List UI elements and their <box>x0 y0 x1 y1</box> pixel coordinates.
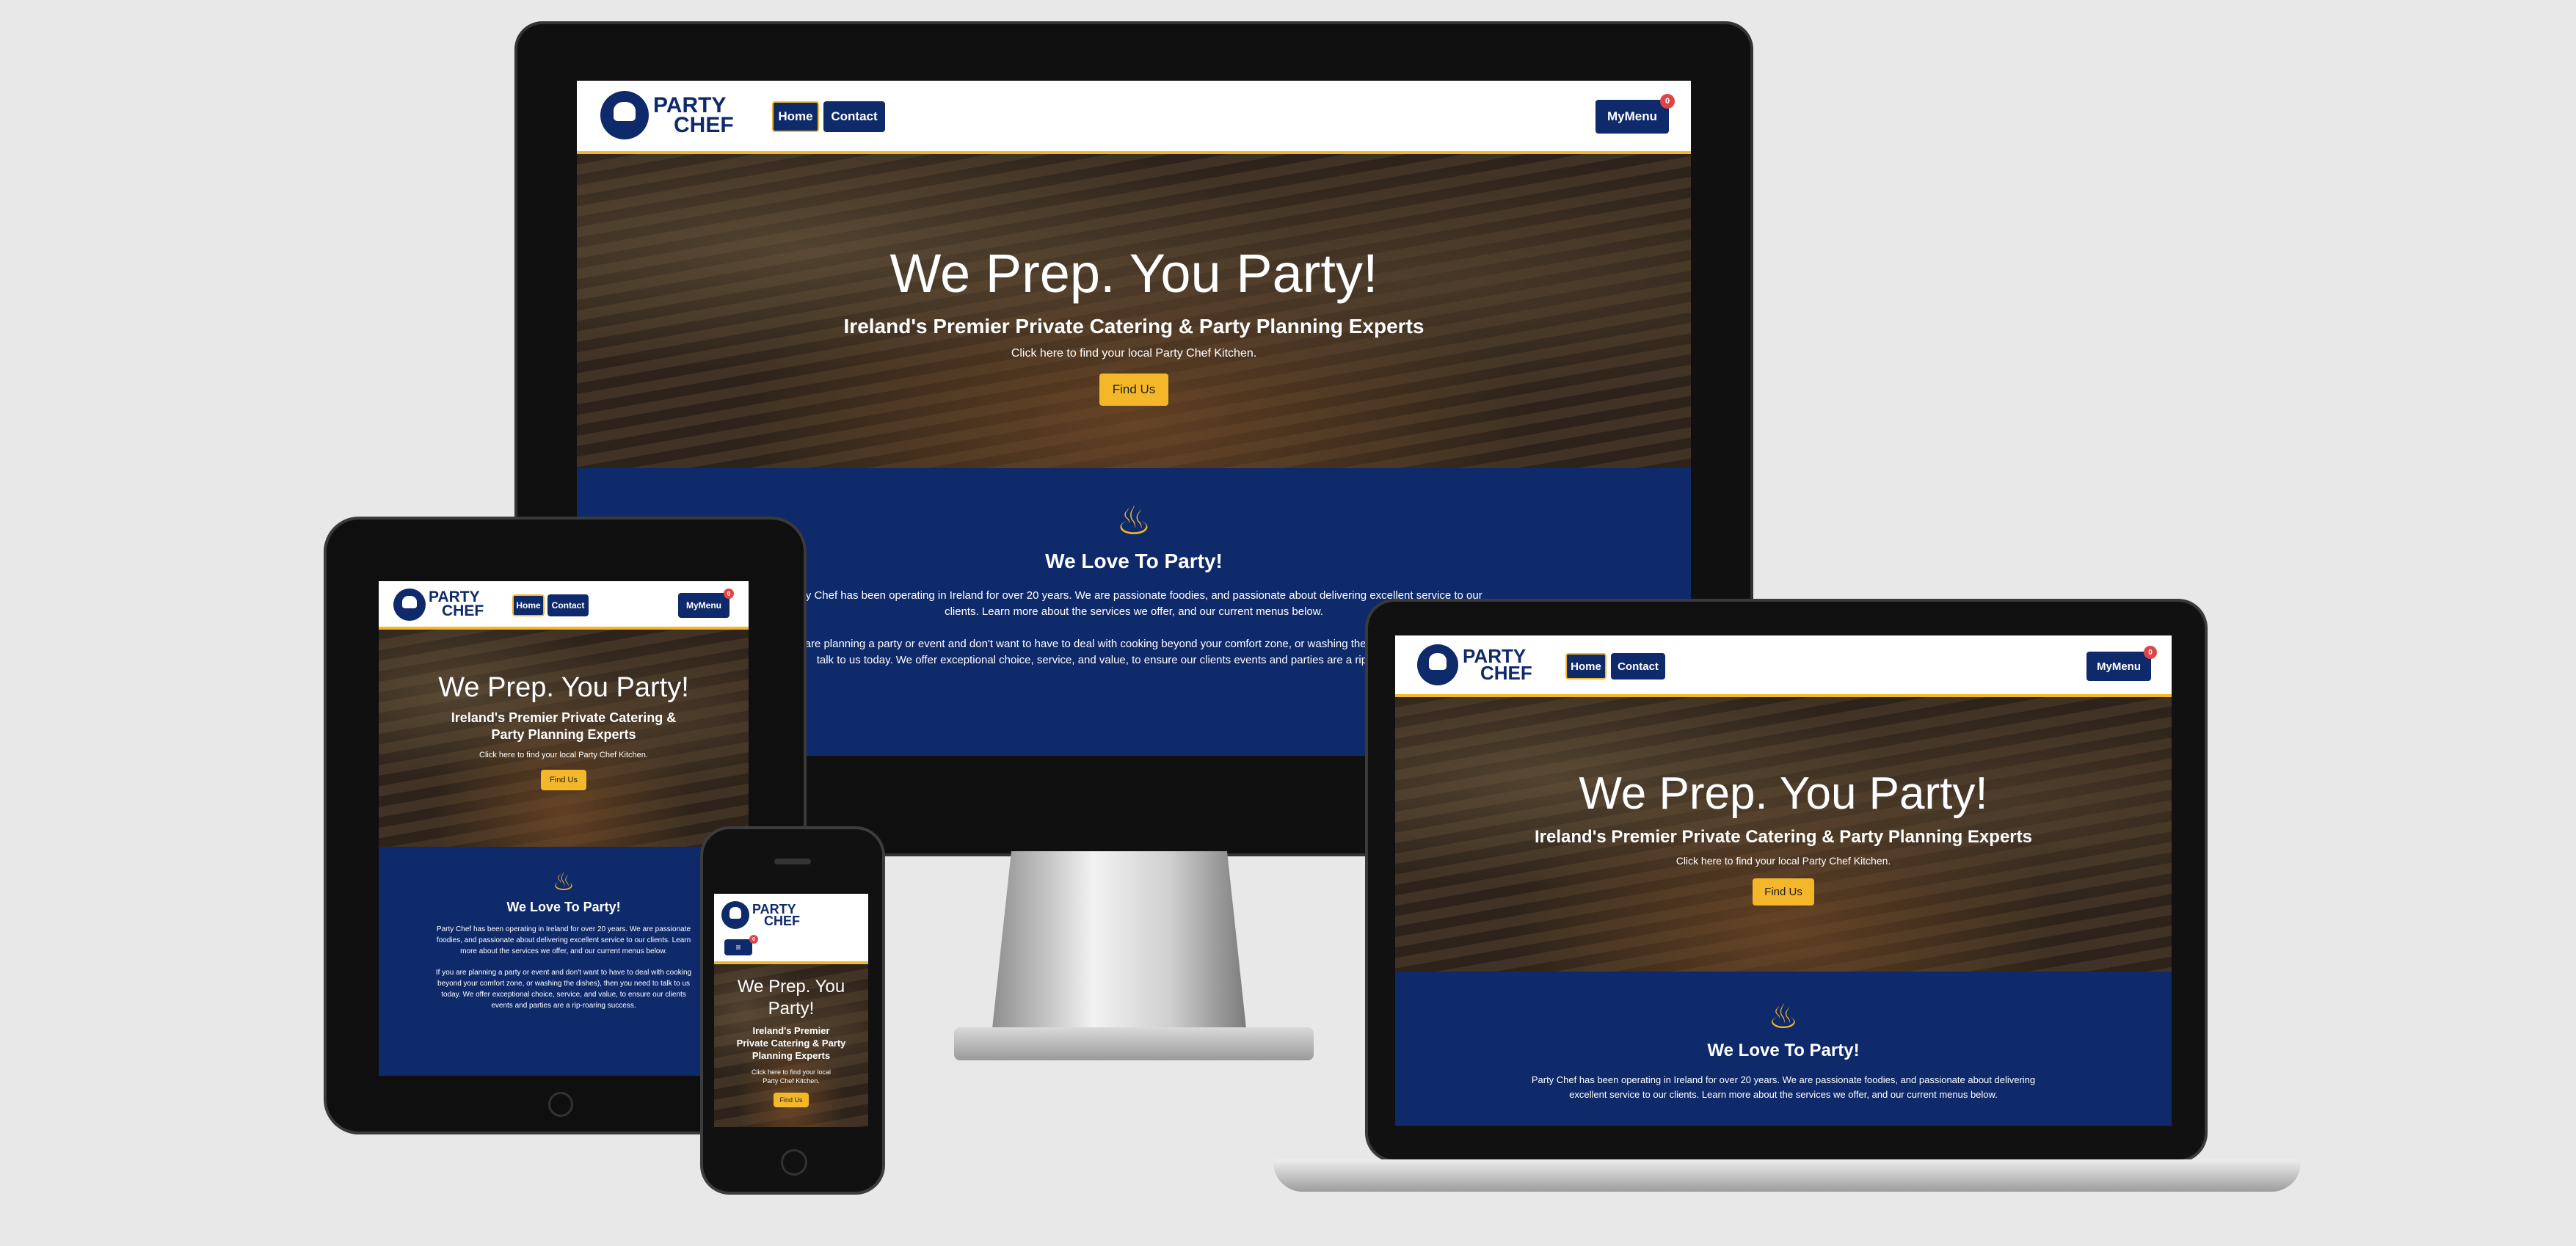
tablet-screen: PARTY CHEF Home Contact MyMenu 0 We Prep… <box>379 581 749 1076</box>
about-heading: We Love To Party! <box>1707 1041 1860 1060</box>
nav-contact-button[interactable]: Contact <box>1611 653 1665 680</box>
phone-speaker <box>774 859 811 864</box>
hero-section: We Prep. You Party! Ireland's Premier Pr… <box>577 154 1691 468</box>
hero-title: We Prep. You Party! <box>737 977 845 1019</box>
nav-home-button[interactable]: Home <box>512 594 545 616</box>
chef-hat-icon <box>1417 644 1458 685</box>
nav-home-button[interactable]: Home <box>1565 653 1607 680</box>
logo-line1: PARTY <box>653 93 727 117</box>
hero-section: We Prep. You Party! Ireland's Premier Pr… <box>714 964 868 1127</box>
tablet-home-button <box>548 1092 573 1117</box>
hero-subtitle: Ireland's Premier Private Catering & Par… <box>736 1025 846 1061</box>
chef-hat-icon <box>393 589 426 621</box>
find-us-button[interactable]: Find Us <box>774 1093 809 1107</box>
chef-hat-icon <box>600 91 649 139</box>
logo-line2: CHEF <box>674 113 734 137</box>
logo[interactable]: PARTY CHEF <box>1417 644 1532 685</box>
nav-contact-button[interactable]: Contact <box>823 101 885 132</box>
hero-section: We Prep. You Party! Ireland's Premier Pr… <box>1395 697 2172 972</box>
laptop-screen: PARTY CHEF Home Contact MyMenu 0 We Prep… <box>1395 635 2172 1126</box>
phone-home-button <box>781 1149 807 1176</box>
logo-line2: CHEF <box>442 602 484 619</box>
nav-home-button[interactable]: Home <box>772 101 819 132</box>
about-p1: Party Chef has been operating in Ireland… <box>436 925 691 955</box>
mymenu-button[interactable]: MyMenu <box>678 593 729 618</box>
find-us-button[interactable]: Find Us <box>1099 374 1169 406</box>
monitor-stand <box>991 851 1248 1042</box>
nav-contact-button[interactable]: Contact <box>547 594 589 616</box>
cart-count-badge: 0 <box>724 589 734 599</box>
find-us-button[interactable]: Find Us <box>1753 878 1814 906</box>
hero-text: Click here to find your local Party Chef… <box>1676 855 1891 867</box>
hero-title: We Prep. You Party! <box>438 672 689 703</box>
about-heading: We Love To Party! <box>506 900 621 914</box>
hero-title: We Prep. You Party! <box>1579 768 1988 819</box>
phone-screen: PARTY CHEF ≡ 0 We Prep. You Party! Irela… <box>714 894 868 1127</box>
about-section: ♨ We Love To Party! Party Chef has been … <box>379 847 749 1076</box>
hero-text: Click here to find your local Party Chef… <box>1011 347 1257 360</box>
about-section: ♨ We Love To Party! Party Chef has been … <box>1395 972 2172 1126</box>
birthday-cake-icon: ♨ <box>552 868 575 896</box>
navbar: PARTY CHEF Home Contact MyMenu 0 <box>379 581 749 630</box>
navbar: PARTY CHEF ≡ 0 <box>714 894 868 964</box>
navbar: PARTY CHEF Home Contact MyMenu 0 <box>577 81 1691 154</box>
navbar: PARTY CHEF Home Contact MyMenu 0 <box>1395 635 2172 697</box>
logo[interactable]: PARTY CHEF <box>721 901 800 929</box>
logo[interactable]: PARTY CHEF <box>600 91 734 139</box>
find-us-button[interactable]: Find Us <box>541 770 586 790</box>
hero-subtitle: Ireland's Premier Private Catering & Par… <box>1535 827 2032 847</box>
hero-title: We Prep. You Party! <box>889 243 1378 304</box>
logo-line2: CHEF <box>1480 662 1532 684</box>
hero-text: Click here to find your local Party Chef… <box>479 751 648 759</box>
about-p1: Party Chef has been operating in Ireland… <box>1531 1074 2036 1100</box>
mymenu-button[interactable]: MyMenu <box>2086 652 2151 681</box>
birthday-cake-icon: ♨ <box>1768 997 1799 1035</box>
hamburger-menu-button[interactable]: ≡ <box>724 939 752 955</box>
hero-subtitle: Ireland's Premier Private Catering & Par… <box>843 315 1425 338</box>
logo-line2: CHEF <box>764 914 800 928</box>
cart-count-badge: 0 <box>1660 94 1675 109</box>
laptop-base <box>1273 1159 2301 1192</box>
hero-text: Click here to find your local Party Chef… <box>751 1068 832 1085</box>
cart-count-badge: 0 <box>2144 646 2157 659</box>
cart-count-badge: 0 <box>749 935 758 944</box>
mymenu-button[interactable]: MyMenu <box>1596 100 1669 134</box>
logo[interactable]: PARTY CHEF <box>393 589 484 621</box>
chef-hat-icon <box>721 901 749 929</box>
monitor-base <box>954 1027 1314 1060</box>
hero-section: We Prep. You Party! Ireland's Premier Pr… <box>379 630 749 847</box>
hero-subtitle: Ireland's Premier Private Catering & Par… <box>451 710 677 742</box>
about-p2: If you are planning a party or event and… <box>435 969 692 1010</box>
